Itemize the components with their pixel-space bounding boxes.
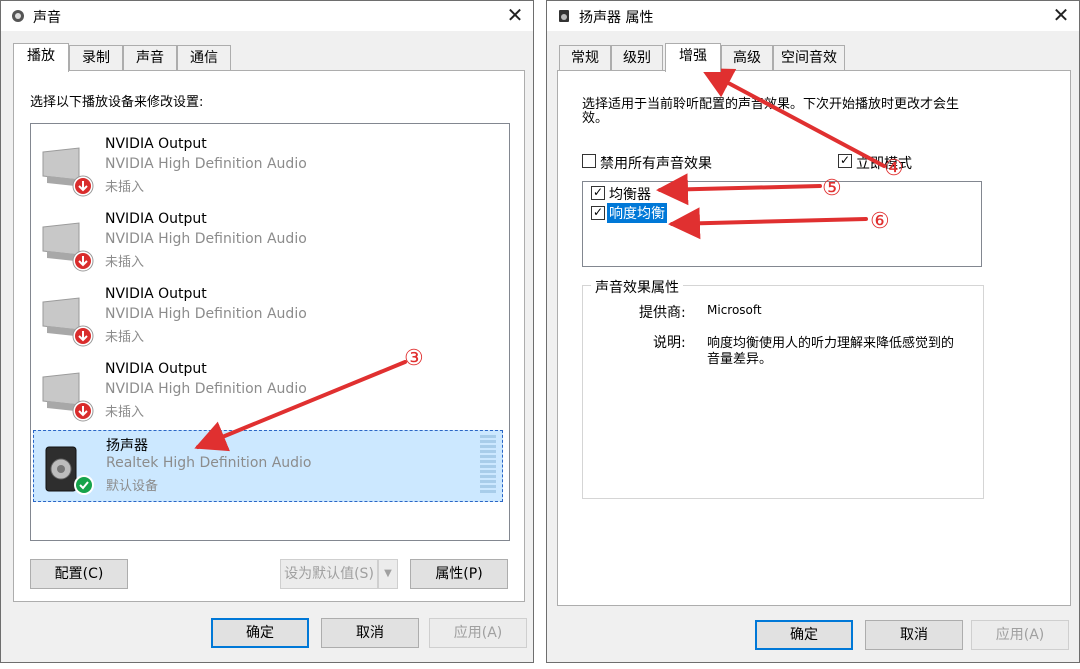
- apply-button[interactable]: 应用(A): [429, 618, 527, 648]
- tab-enhancements[interactable]: 增强: [665, 43, 721, 72]
- list-item-selected[interactable]: 扬声器 Realtek High Definition Audio 默认设备: [33, 430, 503, 502]
- device-name: NVIDIA Output: [105, 211, 207, 227]
- window-title: 声音: [33, 10, 61, 26]
- device-status: 未插入: [105, 330, 145, 345]
- provider-value: Microsoft: [707, 303, 762, 317]
- apply-button[interactable]: 应用(A): [971, 620, 1069, 650]
- monitor-unplugged-icon: [42, 147, 94, 197]
- equalizer-label[interactable]: 均衡器: [609, 184, 651, 204]
- disable-all-checkbox[interactable]: [582, 154, 596, 168]
- disable-all-label: 禁用所有声音效果: [600, 156, 712, 172]
- close-button[interactable]: ✕: [497, 1, 533, 31]
- description-text-cont: 效。: [582, 111, 609, 126]
- effect-properties-group: 声音效果属性 提供商: Microsoft 说明: 响度均衡使用人的听力理解来降…: [582, 277, 984, 499]
- device-name: NVIDIA Output: [105, 286, 207, 302]
- tab-levels[interactable]: 级别: [611, 45, 663, 71]
- volume-level-meter: [480, 435, 496, 493]
- device-status: 未插入: [105, 180, 145, 195]
- ok-button[interactable]: 确定: [211, 618, 309, 648]
- device-driver: Realtek High Definition Audio: [106, 455, 312, 471]
- list-item[interactable]: NVIDIA Output NVIDIA High Definition Aud…: [33, 132, 503, 204]
- device-driver: NVIDIA High Definition Audio: [105, 306, 307, 322]
- speaker-default-icon: [45, 446, 94, 495]
- device-name: 扬声器: [106, 438, 148, 454]
- annotation-5: ⑤: [822, 176, 842, 201]
- monitor-unplugged-icon: [42, 222, 94, 272]
- annotation-3: ③: [404, 346, 424, 371]
- annotation-4: ④: [884, 156, 904, 181]
- tab-sounds[interactable]: 声音: [123, 45, 177, 71]
- title-bar: 扬声器 属性 ✕: [547, 1, 1079, 31]
- chevron-down-icon: ▼: [384, 568, 392, 579]
- immediate-mode-checkbox[interactable]: ✓: [838, 154, 852, 168]
- sound-dialog: 声音 ✕ 播放 录制 声音 通信 选择以下播放设备来修改设置: NVIDIA O…: [0, 0, 534, 663]
- tab-spatial-sound[interactable]: 空间音效: [773, 45, 845, 71]
- group-title: 声音效果属性: [591, 277, 683, 297]
- window-title: 扬声器 属性: [579, 10, 654, 26]
- set-default-dropdown[interactable]: ▼: [378, 559, 398, 589]
- device-status: 未插入: [105, 405, 145, 420]
- device-driver: NVIDIA High Definition Audio: [105, 156, 307, 172]
- device-status: 未插入: [105, 255, 145, 270]
- device-status: 默认设备: [106, 479, 159, 494]
- description-value-cont: 音量差异。: [707, 352, 773, 367]
- tab-recording[interactable]: 录制: [69, 45, 123, 71]
- monitor-unplugged-icon: [42, 372, 94, 422]
- enhancements-panel: 选择适用于当前聆听配置的声音效果。下次开始播放时更改才会生 效。 禁用所有声音效…: [557, 70, 1071, 606]
- title-bar: 声音 ✕: [1, 1, 533, 31]
- annotation-6: ⑥: [870, 209, 890, 234]
- speaker-icon: [559, 10, 569, 22]
- tab-general[interactable]: 常规: [559, 45, 611, 71]
- device-list[interactable]: NVIDIA Output NVIDIA High Definition Aud…: [30, 123, 510, 541]
- provider-label: 提供商:: [639, 305, 686, 321]
- close-button[interactable]: ✕: [1043, 1, 1079, 31]
- equalizer-checkbox[interactable]: ✓: [591, 186, 605, 200]
- instruction-text: 选择以下播放设备来修改设置:: [30, 95, 204, 110]
- tab-playback[interactable]: 播放: [13, 43, 69, 72]
- speaker-properties-dialog: 扬声器 属性 ✕ 常规 级别 增强 高级 空间音效 选择适用于当前聆听配置的声音…: [546, 0, 1080, 663]
- list-item[interactable]: NVIDIA Output NVIDIA High Definition Aud…: [33, 282, 503, 354]
- effects-list[interactable]: ✓ 均衡器 ✓ 响度均衡: [582, 181, 982, 267]
- device-name: NVIDIA Output: [105, 136, 207, 152]
- loudness-eq-checkbox[interactable]: ✓: [591, 206, 605, 220]
- tab-communications[interactable]: 通信: [177, 45, 231, 71]
- properties-button[interactable]: 属性(P): [410, 559, 508, 589]
- list-item[interactable]: NVIDIA Output NVIDIA High Definition Aud…: [33, 357, 503, 429]
- monitor-unplugged-icon: [42, 297, 94, 347]
- list-item[interactable]: NVIDIA Output NVIDIA High Definition Aud…: [33, 207, 503, 279]
- ok-button[interactable]: 确定: [755, 620, 853, 650]
- device-driver: NVIDIA High Definition Audio: [105, 381, 307, 397]
- device-driver: NVIDIA High Definition Audio: [105, 231, 307, 247]
- device-name: NVIDIA Output: [105, 361, 207, 377]
- window-gap: [534, 0, 546, 669]
- configure-button[interactable]: 配置(C): [30, 559, 128, 589]
- description-label: 说明:: [653, 335, 686, 351]
- tab-advanced[interactable]: 高级: [721, 45, 773, 71]
- set-default-button[interactable]: 设为默认值(S): [280, 559, 378, 589]
- cancel-button[interactable]: 取消: [321, 618, 419, 648]
- playback-panel: 选择以下播放设备来修改设置: NVIDIA Output NVIDIA High…: [13, 70, 525, 602]
- description-text: 选择适用于当前聆听配置的声音效果。下次开始播放时更改才会生: [582, 97, 960, 112]
- speaker-icon: [12, 10, 24, 22]
- loudness-eq-label[interactable]: 响度均衡: [607, 203, 667, 223]
- cancel-button[interactable]: 取消: [865, 620, 963, 650]
